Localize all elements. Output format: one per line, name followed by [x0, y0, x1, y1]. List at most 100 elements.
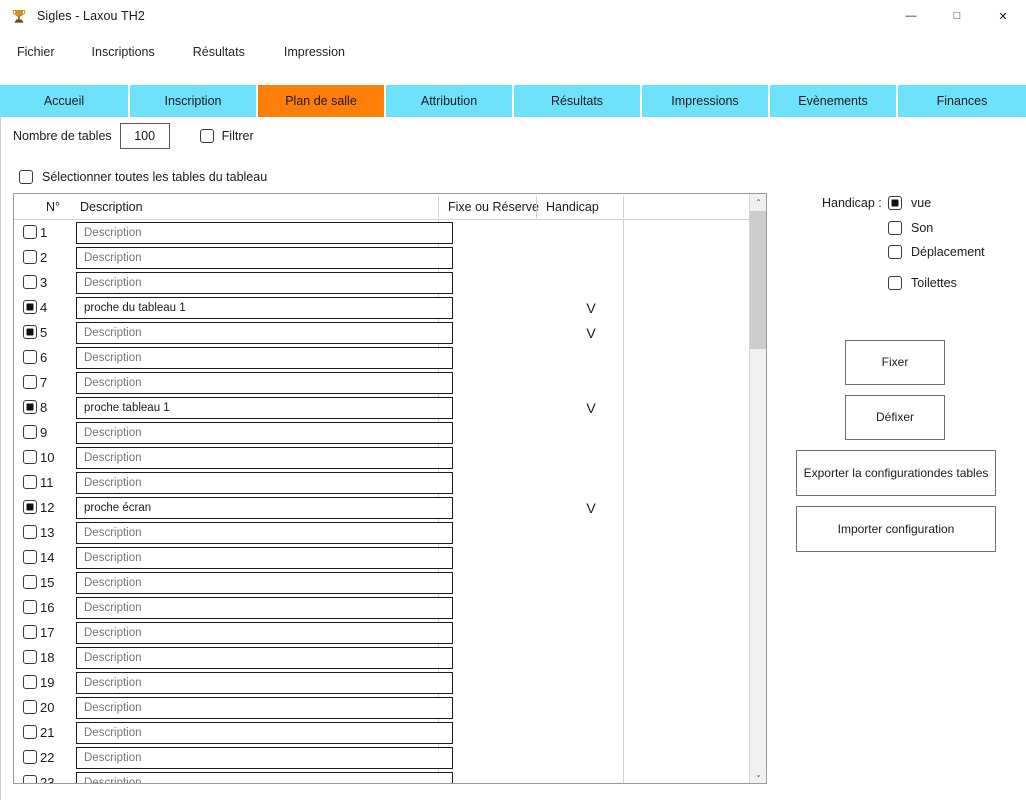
row-select-checkbox[interactable] [23, 225, 37, 239]
column-header-description[interactable]: Description [74, 194, 143, 220]
row-select-checkbox[interactable] [23, 650, 37, 664]
column-header-numero[interactable]: N° [40, 194, 60, 220]
row-select-checkbox[interactable] [23, 775, 37, 783]
row-select-checkbox[interactable] [23, 250, 37, 264]
fixer-button[interactable]: Fixer [845, 340, 945, 385]
column-header-fixe-reserve[interactable]: Fixe ou Réserve [442, 194, 539, 220]
tab-r-sultats[interactable]: Résultats [514, 85, 642, 117]
row-select-checkbox[interactable] [23, 700, 37, 714]
vertical-scrollbar[interactable]: ⌃ ⌄ [749, 194, 766, 783]
row-description-input[interactable] [76, 497, 453, 519]
table-row[interactable]: 21 [14, 720, 750, 745]
row-select-checkbox[interactable] [23, 425, 37, 439]
row-select-checkbox[interactable] [23, 550, 37, 564]
close-button[interactable]: ✕ [980, 0, 1026, 32]
tab-accueil[interactable]: Accueil [0, 85, 130, 117]
table-row[interactable]: 5V [14, 320, 750, 345]
maximize-button[interactable]: □ [934, 0, 980, 32]
handicap-deplacement-checkbox[interactable] [888, 245, 902, 259]
filtrer-checkbox[interactable] [199, 129, 214, 143]
table-row[interactable]: 14 [14, 545, 750, 570]
handicap-son-checkbox[interactable] [888, 221, 902, 235]
exporter-configuration-button[interactable]: Exporter la configuration des tables [796, 450, 996, 496]
menu-item-fichier[interactable]: Fichier [14, 41, 58, 63]
handicap-option-vue[interactable]: vue [888, 196, 931, 210]
row-description-input[interactable] [76, 722, 453, 744]
table-row[interactable]: 4V [14, 295, 750, 320]
handicap-option-deplacement[interactable]: Déplacement [888, 245, 985, 259]
table-row[interactable]: 16 [14, 595, 750, 620]
row-description-input[interactable] [76, 647, 453, 669]
row-description-input[interactable] [76, 572, 453, 594]
menu-item-resultats[interactable]: Résultats [190, 41, 248, 63]
row-select-checkbox[interactable] [23, 525, 37, 539]
row-select-checkbox[interactable] [23, 325, 37, 339]
handicap-option-son[interactable]: Son [888, 221, 933, 235]
table-row[interactable]: 10 [14, 445, 750, 470]
scrollbar-thumb[interactable] [750, 211, 766, 349]
row-description-input[interactable] [76, 547, 453, 569]
row-description-input[interactable] [76, 672, 453, 694]
row-description-input[interactable] [76, 297, 453, 319]
row-select-checkbox[interactable] [23, 625, 37, 639]
table-row[interactable]: 11 [14, 470, 750, 495]
tab-impressions[interactable]: Impressions [642, 85, 770, 117]
table-row[interactable]: 1 [14, 220, 750, 245]
tab-attribution[interactable]: Attribution [386, 85, 514, 117]
handicap-vue-checkbox[interactable] [888, 196, 902, 210]
row-description-input[interactable] [76, 347, 453, 369]
menu-item-inscriptions[interactable]: Inscriptions [89, 41, 158, 63]
row-select-checkbox[interactable] [23, 575, 37, 589]
row-description-input[interactable] [76, 247, 453, 269]
table-row[interactable]: 19 [14, 670, 750, 695]
table-row[interactable]: 22 [14, 745, 750, 770]
row-select-checkbox[interactable] [23, 450, 37, 464]
row-select-checkbox[interactable] [23, 725, 37, 739]
tab-ev-nements[interactable]: Evènements [770, 85, 898, 117]
row-description-input[interactable] [76, 447, 453, 469]
row-description-input[interactable] [76, 697, 453, 719]
row-description-input[interactable] [76, 422, 453, 444]
table-row[interactable]: 20 [14, 695, 750, 720]
row-select-checkbox[interactable] [23, 750, 37, 764]
row-select-checkbox[interactable] [23, 375, 37, 389]
filtrer-checkbox-group[interactable]: Filtrer [199, 129, 254, 143]
table-row[interactable]: 6 [14, 345, 750, 370]
column-header-handicap[interactable]: Handicap [540, 194, 599, 220]
row-description-input[interactable] [76, 772, 453, 783]
table-row[interactable]: 9 [14, 420, 750, 445]
row-description-input[interactable] [76, 322, 453, 344]
table-row[interactable]: 13 [14, 520, 750, 545]
row-description-input[interactable] [76, 622, 453, 644]
nombre-de-tables-input[interactable] [119, 123, 170, 149]
row-select-checkbox[interactable] [23, 500, 37, 514]
row-select-checkbox[interactable] [23, 275, 37, 289]
table-row[interactable]: 3 [14, 270, 750, 295]
row-select-checkbox[interactable] [23, 600, 37, 614]
row-description-input[interactable] [76, 522, 453, 544]
row-description-input[interactable] [76, 472, 453, 494]
handicap-option-toilettes[interactable]: Toilettes [888, 276, 957, 290]
select-all-tables-checkbox[interactable] [19, 170, 33, 184]
row-description-input[interactable] [76, 222, 453, 244]
row-description-input[interactable] [76, 272, 453, 294]
row-select-checkbox[interactable] [23, 475, 37, 489]
scroll-up-icon[interactable]: ⌃ [750, 194, 766, 211]
tab-plan-de-salle[interactable]: Plan de salle [258, 85, 386, 117]
row-select-checkbox[interactable] [23, 300, 37, 314]
menu-item-impression[interactable]: Impression [281, 41, 348, 63]
select-all-tables-group[interactable]: Sélectionner toutes les tables du tablea… [19, 170, 267, 184]
row-description-input[interactable] [76, 747, 453, 769]
minimize-button[interactable]: — [888, 0, 934, 32]
defixer-button[interactable]: Défixer [845, 395, 945, 440]
row-select-checkbox[interactable] [23, 675, 37, 689]
table-row[interactable]: 18 [14, 645, 750, 670]
tab-inscription[interactable]: Inscription [130, 85, 258, 117]
importer-configuration-button[interactable]: Importer configuration [796, 506, 996, 552]
table-row[interactable]: 17 [14, 620, 750, 645]
row-description-input[interactable] [76, 597, 453, 619]
handicap-toilettes-checkbox[interactable] [888, 276, 902, 290]
row-description-input[interactable] [76, 372, 453, 394]
table-row[interactable]: 12 V [14, 495, 750, 520]
table-row[interactable]: 15 [14, 570, 750, 595]
